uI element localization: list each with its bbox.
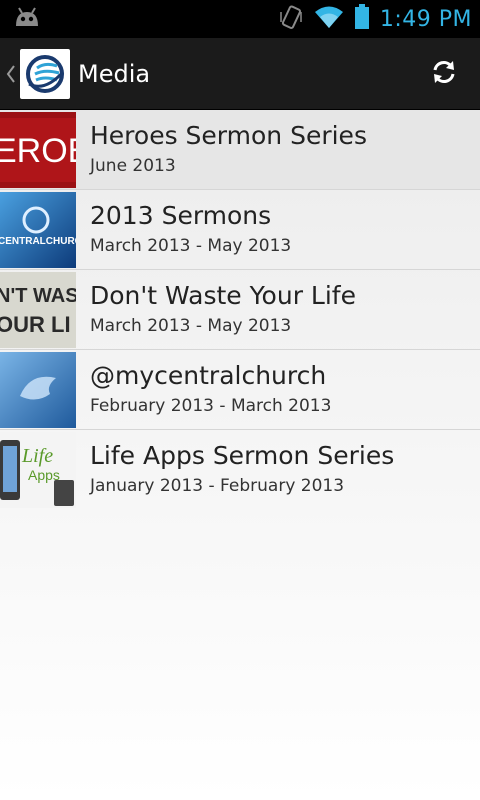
- item-date-range: February 2013 - March 2013: [90, 395, 332, 416]
- item-date-range: June 2013: [90, 155, 176, 176]
- android-icon: [12, 4, 42, 34]
- page-title: Media: [78, 59, 151, 88]
- thumbnail-mycentralchurch: [0, 351, 76, 428]
- item-date-range: March 2013 - May 2013: [90, 235, 292, 256]
- svg-text:Life: Life: [21, 445, 53, 467]
- action-bar: Media: [0, 38, 480, 110]
- svg-text:EROE: EROE: [0, 132, 76, 170]
- wifi-icon: [314, 5, 344, 33]
- item-title: Don't Waste Your Life: [90, 280, 356, 310]
- vibrate-icon: [278, 4, 304, 34]
- item-title: @mycentralchurch: [90, 360, 327, 390]
- item-date-range: January 2013 - February 2013: [90, 476, 345, 496]
- item-title: Life Apps Sermon Series: [90, 441, 395, 470]
- status-clock: 1:49 PM: [379, 6, 472, 32]
- svg-text:OUR LI: OUR LI: [0, 312, 71, 337]
- list-item-life-apps[interactable]: Life Apps Life Apps Sermon Series Januar…: [0, 430, 480, 510]
- list-item-2013-sermons[interactable]: CENTRALCHURCH 2013 Sermons March 2013 - …: [0, 190, 480, 270]
- item-title: 2013 Sermons: [90, 200, 272, 230]
- chevron-left-icon[interactable]: [4, 38, 18, 110]
- list-item-dont-waste[interactable]: N'T WAS OUR LI Don't Waste Your Life Mar…: [0, 270, 480, 350]
- thumbnail-heroes: EROE: [0, 111, 76, 188]
- thumbnail-life-apps: Life Apps: [0, 432, 76, 508]
- item-title: Heroes Sermon Series: [90, 120, 367, 150]
- thumbnail-dont-waste: N'T WAS OUR LI: [0, 271, 76, 348]
- status-bar: 1:49 PM: [0, 0, 480, 38]
- refresh-icon: [430, 58, 458, 90]
- battery-icon: [354, 4, 370, 34]
- item-date-range: March 2013 - May 2013: [90, 315, 292, 336]
- church-logo-icon[interactable]: [20, 48, 70, 99]
- svg-text:N'T WAS: N'T WAS: [0, 285, 76, 307]
- list-item-heroes[interactable]: EROE Heroes Sermon Series June 2013: [0, 110, 480, 190]
- thumbnail-2013-sermons: CENTRALCHURCH: [0, 191, 76, 268]
- media-list: EROE Heroes Sermon Series June 2013 CENT…: [0, 110, 480, 510]
- list-item-mycentralchurch[interactable]: @mycentralchurch February 2013 - March 2…: [0, 350, 480, 430]
- refresh-button[interactable]: [408, 38, 480, 110]
- svg-text:CENTRALCHURCH: CENTRALCHURCH: [0, 236, 76, 247]
